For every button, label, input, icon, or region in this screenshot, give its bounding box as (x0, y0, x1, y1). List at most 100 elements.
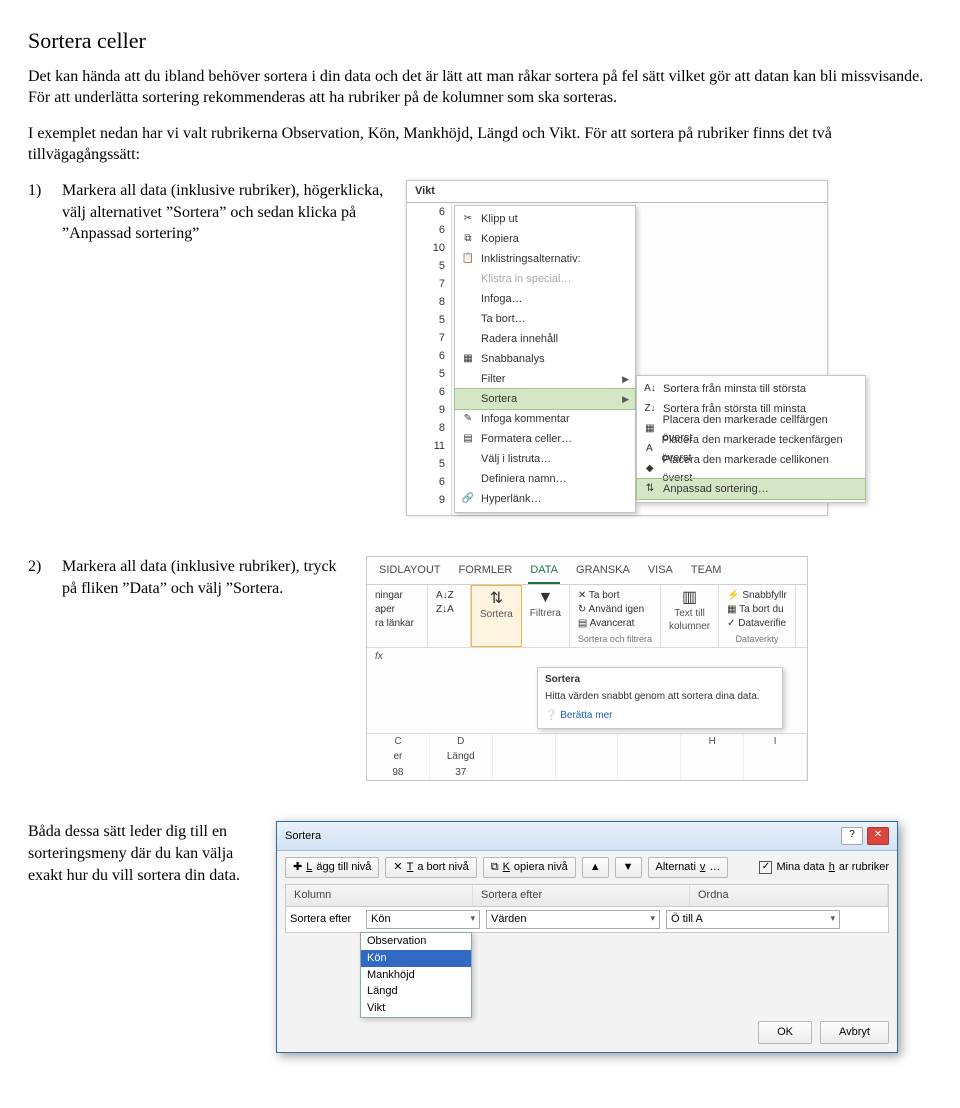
step-1-marker: 1) (28, 180, 52, 245)
intro-paragraph-1: Det kan hända att du ibland behöver sort… (28, 66, 932, 109)
ribbon-fragment-aper: aper (375, 603, 419, 617)
menu-define-name[interactable]: Definiera namn… (455, 469, 635, 489)
sort-az-button[interactable]: A↓Z (436, 589, 462, 603)
scissors-icon: ✂ (461, 212, 475, 226)
text-to-columns-button[interactable]: Text till kolumner (669, 607, 710, 634)
sort-button[interactable]: Sortera (480, 608, 513, 622)
has-headers-checkbox[interactable]: ✓ Mina data har rubriker (759, 860, 889, 875)
sort-tooltip: Sortera Hitta värden snabbt genom att so… (537, 667, 783, 729)
ribbon-screenshot: SIDLAYOUT FORMLER DATA GRANSKA VISA TEAM… (366, 556, 808, 781)
group-sort-filter-label: Sortera och filtrera (578, 633, 652, 645)
column-header-vikt: Vikt (407, 181, 827, 203)
filter-button[interactable]: Filtrera (530, 607, 561, 621)
tab-sidlayout[interactable]: SIDLAYOUT (377, 561, 443, 584)
col-header-ordna: Ordna (690, 885, 888, 906)
dropdown-option[interactable]: Mankhöjd (361, 967, 471, 984)
data-validation-button[interactable]: ✓ Dataverifie (727, 617, 787, 631)
remove-dup-button[interactable]: ▦ Ta bort du (727, 603, 787, 617)
cancel-button[interactable]: Avbryt (820, 1021, 889, 1044)
tab-formler[interactable]: FORMLER (457, 561, 515, 584)
col-header-kolumn: Kolumn (286, 885, 473, 906)
menu-clear[interactable]: Radera innehåll (455, 329, 635, 349)
sort-asc-icon: A↓ (643, 382, 657, 396)
menu-filter[interactable]: Filter▶ (455, 369, 635, 389)
menu-paste-special: Klistra in special… (455, 269, 635, 289)
formula-bar-fx[interactable]: fx (375, 650, 383, 664)
copy-level-button[interactable]: ⧉Kopiera nivå (483, 857, 576, 878)
order-select[interactable]: Ö till A (666, 910, 840, 929)
menu-paste-options[interactable]: 📋Inklistringsalternativ: (455, 249, 635, 269)
options-button[interactable]: Alternativ… (648, 857, 729, 878)
ok-button[interactable]: OK (758, 1021, 812, 1044)
reapply-button[interactable]: ↻ Använd igen (578, 603, 652, 617)
menu-copy[interactable]: ⧉Kopiera (455, 229, 635, 249)
menu-format-cells[interactable]: ▤Formatera celler… (455, 429, 635, 449)
menu-cut[interactable]: ✂Klipp ut (455, 209, 635, 229)
col-d: D (430, 734, 493, 750)
cell-er: er (367, 749, 430, 765)
help-button[interactable]: ? (841, 827, 863, 845)
step-2-text: Markera all data (inklusive rubriker), t… (62, 556, 348, 599)
dialog-title: Sortera (285, 829, 321, 844)
chevron-right-icon: ▶ (622, 370, 629, 388)
copy-icon: ⧉ (491, 860, 499, 875)
menu-insert[interactable]: Infoga… (455, 289, 635, 309)
dropdown-option-selected[interactable]: Kön (361, 950, 471, 967)
ribbon-fragment-ningar: ningar (375, 589, 419, 603)
menu-sort[interactable]: Sortera▶ (455, 389, 635, 409)
ribbon-fragment-ralankar: ra länkar (375, 617, 419, 631)
col-h: H (681, 734, 744, 750)
sort-desc-icon: Z↓ (643, 402, 657, 416)
dropdown-option[interactable]: Längd (361, 983, 471, 1000)
dropdown-option[interactable]: Vikt (361, 1000, 471, 1017)
close-button[interactable]: ✕ (867, 827, 889, 845)
tooltip-link[interactable]: ❔ Berätta mer (545, 709, 775, 723)
context-menu: ✂Klipp ut ⧉Kopiera 📋Inklistringsalternat… (454, 205, 636, 513)
tooltip-title: Sortera (545, 673, 775, 687)
analysis-icon: ▦ (461, 352, 475, 366)
delete-level-button[interactable]: ✕Ta bort nivå (385, 857, 476, 878)
flash-fill-button[interactable]: ⚡ Snabbfyllr (727, 589, 787, 603)
clear-filter-button[interactable]: ✕ Ta bort (578, 589, 652, 603)
cellicon-icon: ◆ (643, 462, 657, 476)
add-level-button[interactable]: ✚LLägg till nivåägg till nivå (285, 857, 379, 878)
tab-granska[interactable]: GRANSKA (574, 561, 632, 584)
page-title: Sortera celler (28, 26, 932, 56)
col-header-sortera-efter: Sortera efter (473, 885, 690, 906)
step-2-marker: 2) (28, 556, 52, 599)
col-c: C (367, 734, 430, 750)
cell-langd: Längd (430, 749, 493, 765)
tab-visa[interactable]: VISA (646, 561, 675, 584)
menu-delete[interactable]: Ta bort… (455, 309, 635, 329)
col-i: I (744, 734, 807, 750)
advanced-button[interactable]: ▤ Avancerat (578, 617, 652, 631)
copy-icon: ⧉ (461, 232, 475, 246)
menu-hyperlink[interactable]: 🔗Hyperlänk… (455, 489, 635, 509)
dropdown-option[interactable]: Observation (361, 933, 471, 950)
tooltip-body: Hitta värden snabbt genom att sortera di… (545, 690, 775, 704)
column-select[interactable]: Kön (366, 910, 480, 929)
delete-icon: ✕ (393, 860, 402, 875)
sort-za-button[interactable]: Z↓A (436, 603, 462, 617)
column-dropdown: Observation Kön Mankhöjd Längd Vikt (360, 932, 472, 1018)
sort-icon: ⇅ (480, 590, 513, 608)
sort-dialog: Sortera ? ✕ ✚LLägg till nivåägg till niv… (276, 821, 898, 1052)
fontcolor-icon: A (643, 442, 656, 456)
custom-sort-icon: ⇅ (643, 482, 657, 496)
tab-team[interactable]: TEAM (689, 561, 724, 584)
tab-data[interactable]: DATA (528, 561, 560, 584)
move-up-button[interactable]: ▲ (582, 857, 609, 878)
move-down-button[interactable]: ▼ (615, 857, 642, 878)
group-datatools-label: Dataverkty (727, 633, 787, 645)
menu-pick-from-list[interactable]: Välj i listruta… (455, 449, 635, 469)
comment-icon: ✎ (461, 412, 475, 426)
submenu-sort-cellicon[interactable]: ◆Placera den markerade cellikonen överst (637, 459, 865, 479)
submenu-sort-asc[interactable]: A↓Sortera från minsta till största (637, 379, 865, 399)
cellcolor-icon: ▦ (643, 422, 657, 436)
sort-on-select[interactable]: Värden (486, 910, 660, 929)
menu-quick-analysis[interactable]: ▦Snabbanalys (455, 349, 635, 369)
menu-insert-comment[interactable]: ✎Infoga kommentar (455, 409, 635, 429)
add-icon: ✚ (293, 860, 302, 875)
selected-column-values: 6610 578 576 569 8115 69 (407, 203, 452, 515)
chevron-right-icon: ▶ (622, 390, 629, 408)
